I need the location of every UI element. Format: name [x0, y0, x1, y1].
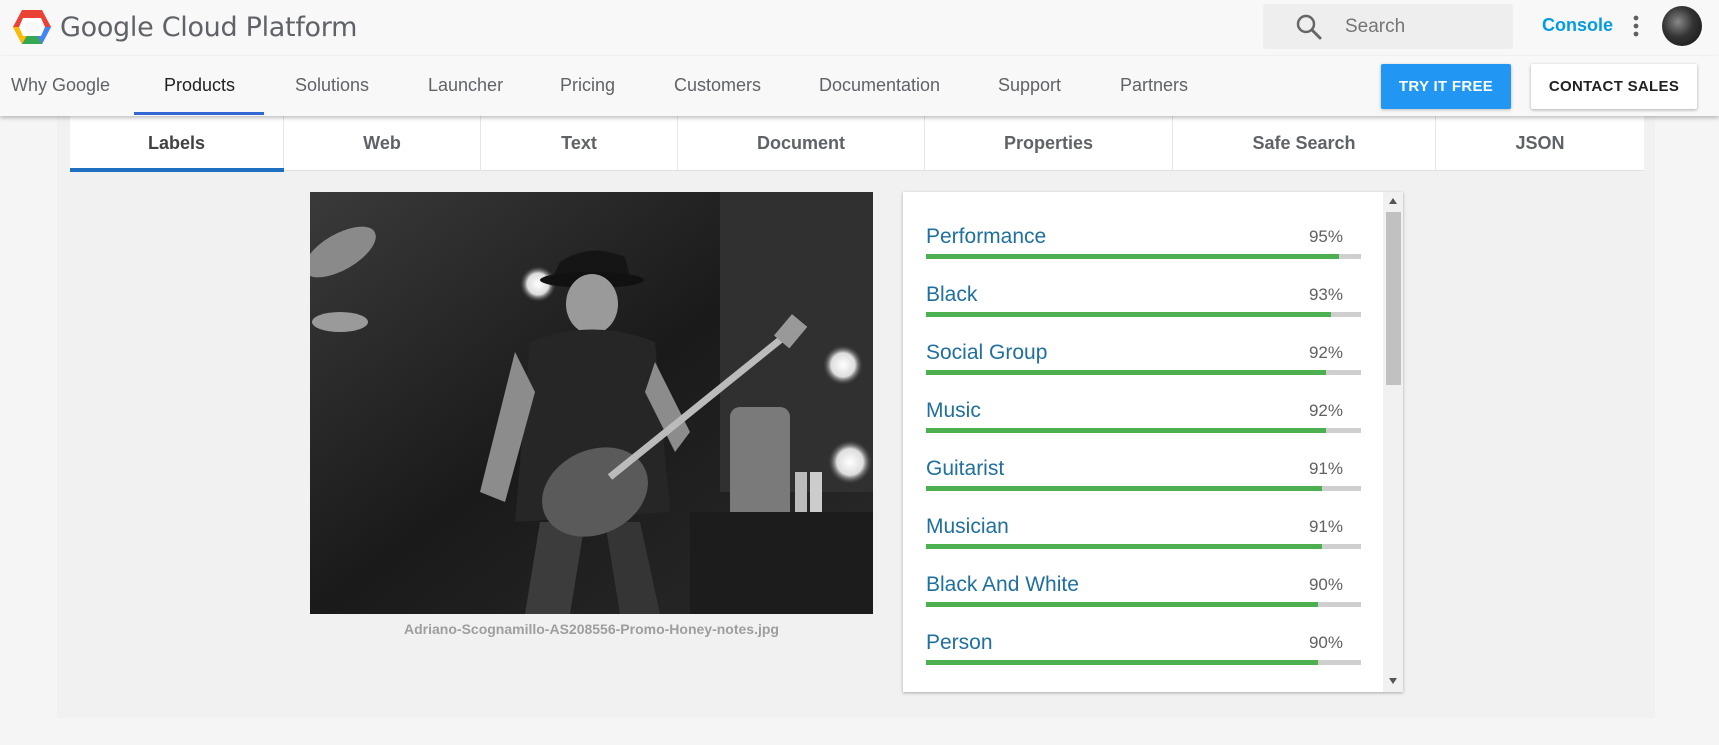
label-result: Music 92% — [926, 386, 1361, 444]
tab-active-indicator — [70, 168, 284, 172]
confidence-bar-fill — [926, 602, 1318, 607]
scroll-down-arrow-icon[interactable] — [1389, 678, 1397, 684]
gcp-logo-icon — [13, 10, 51, 44]
label-name: Music — [926, 399, 981, 422]
confidence-bar-fill — [926, 660, 1318, 665]
label-result: Black And White 90% — [926, 560, 1361, 618]
scrollbar-thumb[interactable] — [1386, 212, 1401, 385]
label-score: 95% — [1308, 227, 1343, 246]
tab-label: Properties — [1003, 133, 1094, 153]
label-score: 91% — [1308, 459, 1343, 478]
more-vert-icon[interactable] — [1630, 14, 1642, 38]
label-result: Performance 95% — [926, 212, 1361, 270]
confidence-bar-fill — [926, 544, 1322, 549]
confidence-bar — [926, 602, 1361, 607]
tab-json[interactable]: JSON — [1436, 116, 1644, 171]
label-result: Social Group 92% — [926, 328, 1361, 386]
label-result: Person 90% — [926, 618, 1361, 676]
tab-document[interactable]: Document — [678, 116, 925, 171]
confidence-bar — [926, 254, 1361, 259]
label-name: Black — [926, 283, 978, 306]
tab-properties[interactable]: Properties — [925, 116, 1173, 171]
analyzed-image — [310, 192, 873, 614]
try-it-free-button[interactable]: TRY IT FREE — [1381, 64, 1511, 109]
contact-sales-button[interactable]: CONTACT SALES — [1531, 64, 1697, 109]
label-result: Musician 91% — [926, 502, 1361, 560]
label-score: 90% — [1308, 575, 1343, 594]
nav-item-products[interactable]: Products — [164, 75, 235, 96]
search-placeholder: Search — [1345, 15, 1406, 37]
nav-item-customers[interactable]: Customers — [674, 75, 761, 96]
results-tabs: Labels Web Text Document Properties Safe… — [70, 116, 1644, 172]
nav-item-support[interactable]: Support — [998, 75, 1061, 96]
confidence-bar-fill — [926, 486, 1322, 491]
label-name: Social Group — [926, 341, 1048, 364]
nav-item-documentation[interactable]: Documentation — [819, 75, 940, 96]
avatar[interactable] — [1662, 6, 1702, 46]
tab-label: Web — [363, 133, 401, 153]
main-nav: Why Google Products Solutions Launcher P… — [0, 56, 1719, 116]
nav-item-launcher[interactable]: Launcher — [428, 75, 503, 96]
label-name: Performance — [926, 225, 1047, 248]
confidence-bar — [926, 660, 1361, 665]
label-score: 90% — [1308, 633, 1343, 652]
console-link[interactable]: Console — [1542, 15, 1613, 36]
tab-text[interactable]: Text — [481, 116, 678, 171]
labels-results-list[interactable]: Performance 95% Black 93% Social Group 9… — [903, 192, 1403, 692]
label-score: 92% — [1308, 401, 1343, 420]
logo-text: Google Cloud Platform — [60, 11, 358, 43]
tab-labels[interactable]: Labels — [70, 116, 284, 172]
confidence-bar — [926, 370, 1361, 375]
tab-safe-search[interactable]: Safe Search — [1173, 116, 1436, 171]
tab-label: JSON — [1515, 133, 1565, 153]
gcp-logo[interactable]: Google Cloud Platform — [12, 8, 357, 46]
confidence-bar — [926, 486, 1361, 491]
label-name: Guitarist — [926, 457, 1005, 480]
vision-demo-panel: Labels Web Text Document Properties Safe… — [57, 116, 1655, 718]
confidence-bar-fill — [926, 428, 1327, 433]
confidence-bar-fill — [926, 370, 1327, 375]
nav-item-partners[interactable]: Partners — [1120, 75, 1188, 96]
label-name: Person — [926, 631, 993, 654]
tab-label: Text — [561, 133, 597, 153]
tab-web[interactable]: Web — [284, 116, 481, 171]
labels-scrollbar[interactable] — [1383, 192, 1403, 692]
confidence-bar — [926, 312, 1361, 317]
label-result: Guitarist 91% — [926, 444, 1361, 502]
nav-item-pricing[interactable]: Pricing — [560, 75, 615, 96]
nav-active-indicator — [134, 112, 264, 115]
search-input[interactable]: Search — [1263, 4, 1513, 49]
label-result: Black 93% — [926, 270, 1361, 328]
top-bar: Google Cloud Platform Search Console — [0, 0, 1719, 56]
tab-label: Document — [756, 133, 845, 153]
scroll-up-arrow-icon[interactable] — [1389, 198, 1397, 204]
confidence-bar — [926, 544, 1361, 549]
nav-item-why-google[interactable]: Why Google — [11, 75, 110, 96]
confidence-bar-fill — [926, 312, 1331, 317]
label-score: 93% — [1308, 285, 1343, 304]
label-name: Black And White — [926, 573, 1079, 596]
confidence-bar-fill — [926, 254, 1340, 259]
nav-item-solutions[interactable]: Solutions — [295, 75, 369, 96]
image-filename: Adriano-Scognamillo-AS208556-Promo-Honey… — [404, 621, 779, 637]
label-score: 91% — [1308, 517, 1343, 536]
search-icon — [1296, 14, 1322, 39]
confidence-bar — [926, 428, 1361, 433]
label-score: 92% — [1308, 343, 1343, 362]
label-name: Musician — [926, 515, 1009, 538]
tab-label: Labels — [147, 133, 206, 153]
tab-label: Safe Search — [1252, 133, 1356, 153]
